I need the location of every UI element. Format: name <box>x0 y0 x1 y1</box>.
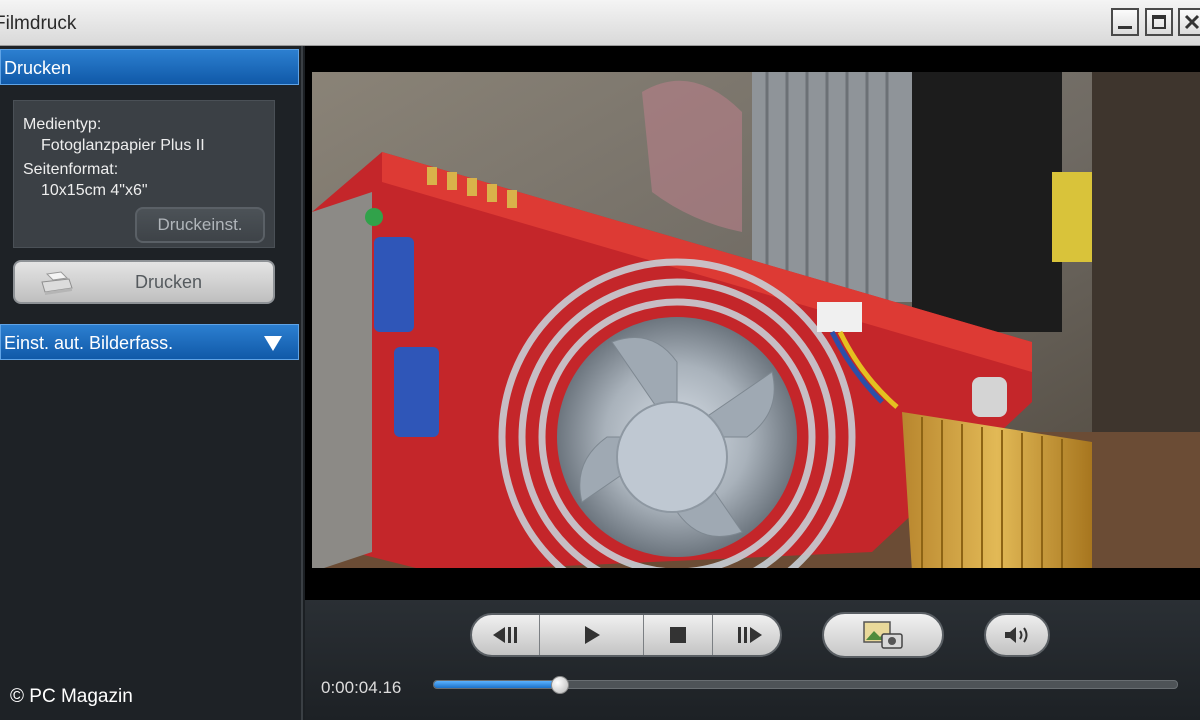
print-button[interactable]: Drucken <box>13 260 275 304</box>
print-settings-button[interactable]: Druckeinst. <box>135 207 265 243</box>
auto-capture-section-header[interactable]: Einst. aut. Bilderfass. <box>0 324 299 360</box>
seek-bar-thumb[interactable] <box>551 676 570 694</box>
photo-capture-icon[interactable] <box>822 612 944 658</box>
video-frame <box>312 72 1200 572</box>
print-section-label: Drucken <box>4 58 72 78</box>
title-bar: Filmdruck <box>0 0 1200 46</box>
stop-icon[interactable] <box>644 615 713 655</box>
seek-bar[interactable] <box>433 676 1178 694</box>
media-type-value: Fotoglanzpapier Plus II <box>41 137 205 154</box>
print-section-header[interactable]: Drucken <box>0 49 299 85</box>
printer-icon <box>41 271 73 295</box>
window-title: Filmdruck <box>0 13 77 34</box>
media-type-label: Medientyp: <box>23 116 102 133</box>
step-back-icon[interactable] <box>472 615 540 655</box>
auto-capture-section-label: Einst. aut. Bilderfass. <box>4 333 174 353</box>
print-info-panel: Medientyp: Fotoglanzpapier Plus II Seite… <box>13 100 275 248</box>
close-icon[interactable] <box>1178 8 1200 36</box>
triangle-down-icon[interactable] <box>264 336 282 351</box>
maximize-icon[interactable] <box>1145 8 1173 36</box>
minimize-icon[interactable] <box>1111 8 1139 36</box>
transport-control-group <box>470 613 782 657</box>
player-controls: 0:00:04.16 <box>305 600 1200 720</box>
copyright-notice: © PC Magazin <box>10 686 133 707</box>
speaker-icon[interactable] <box>984 613 1050 657</box>
step-forward-icon[interactable] <box>713 615 780 655</box>
current-time: 0:00:04.16 <box>321 678 402 697</box>
play-icon[interactable] <box>540 615 644 655</box>
video-preview <box>305 46 1200 600</box>
seek-bar-progress <box>434 681 561 688</box>
page-format-value: 10x15cm 4"x6" <box>41 182 148 199</box>
page-format-label: Seitenformat: <box>23 161 119 178</box>
sidebar: Drucken Medientyp: Fotoglanzpapier Plus … <box>0 46 303 720</box>
print-button-label: Drucken <box>135 272 203 292</box>
